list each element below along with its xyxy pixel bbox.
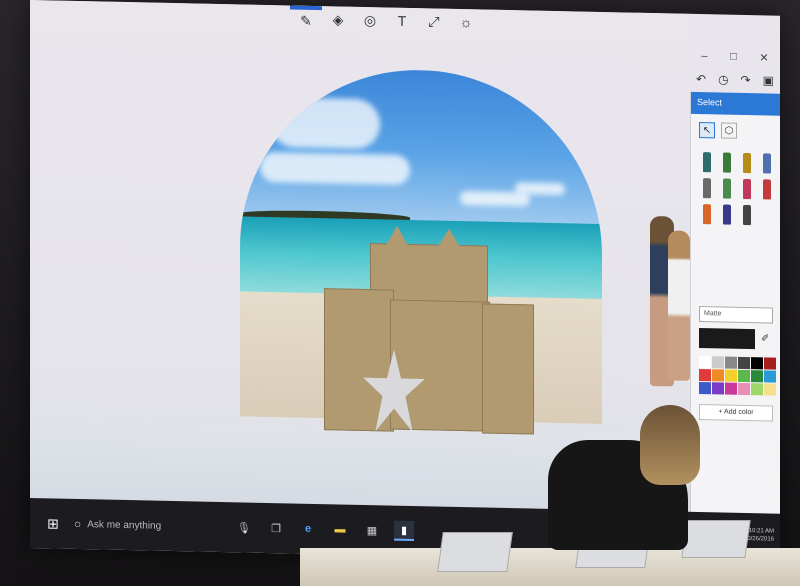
- close-icon[interactable]: ✕: [759, 51, 768, 67]
- color-swatch[interactable]: [725, 382, 737, 395]
- brush-icon[interactable]: ✎: [290, 5, 322, 33]
- windows-start-icon[interactable]: ⊞: [38, 508, 68, 539]
- redo-icon[interactable]: ↷: [741, 73, 751, 87]
- eraser-icon[interactable]: [742, 178, 751, 200]
- material-dropdown[interactable]: Matte: [699, 306, 773, 324]
- paint-3d-icon[interactable]: ▮: [394, 520, 414, 542]
- text-icon[interactable]: T: [386, 7, 418, 34]
- crayon-icon[interactable]: [762, 179, 771, 200]
- surface-device: [437, 532, 513, 572]
- brush-grid: [691, 146, 780, 232]
- sticker-icon[interactable]: ◎: [354, 7, 386, 34]
- current-color-swatch[interactable]: [699, 328, 755, 350]
- color-swatch[interactable]: [738, 369, 750, 383]
- pixel-pen-icon[interactable]: [702, 178, 711, 199]
- color-swatch[interactable]: [712, 382, 724, 395]
- color-swatch[interactable]: [699, 369, 711, 382]
- canvas[interactable]: [30, 0, 690, 512]
- microphone-icon[interactable]: 🎙: [234, 517, 254, 537]
- spray-can-icon[interactable]: [702, 204, 711, 225]
- presenter-hair: [640, 405, 700, 485]
- fill-icon[interactable]: [722, 204, 731, 225]
- color-swatch[interactable]: [738, 382, 750, 396]
- edge-icon[interactable]: e: [298, 519, 318, 539]
- eyedropper-icon[interactable]: ✐: [761, 333, 769, 344]
- effects-icon[interactable]: ☼: [450, 9, 482, 36]
- color-swatch[interactable]: [699, 356, 711, 369]
- color-swatch[interactable]: [725, 369, 737, 382]
- top-toolbar: ✎ ◈ ◎ T ⤢ ☼: [290, 5, 550, 36]
- window-controls: – □ ✕: [690, 50, 780, 68]
- oil-brush-icon[interactable]: [742, 152, 751, 174]
- color-palette: [699, 356, 776, 396]
- file-explorer-icon[interactable]: ▬: [330, 519, 350, 539]
- color-swatch[interactable]: [751, 357, 763, 370]
- side-panel: Select ↖ ⬡ Matte ✐ + Add color: [690, 91, 780, 514]
- pencil-icon[interactable]: [722, 178, 731, 199]
- maximize-icon[interactable]: □: [730, 51, 737, 67]
- cortana-icon: ○: [74, 516, 82, 532]
- calligraphy-pen-icon[interactable]: [722, 152, 731, 173]
- people-cutout[interactable]: [638, 215, 696, 387]
- color-swatch[interactable]: [712, 356, 724, 369]
- magic-select-icon[interactable]: ⬡: [721, 122, 737, 139]
- sky: [240, 66, 602, 224]
- color-swatch[interactable]: [764, 383, 776, 396]
- color-swatch[interactable]: [712, 369, 724, 382]
- marker-icon[interactable]: [702, 152, 711, 173]
- select-modes: ↖ ⬡: [691, 114, 780, 148]
- canvas-icon[interactable]: ⤢: [418, 8, 450, 35]
- history-controls: ↶ ◷ ↷ ▣: [690, 68, 780, 92]
- undo-icon[interactable]: ↶: [696, 72, 706, 86]
- history-icon[interactable]: ◷: [718, 72, 728, 86]
- add-color-button[interactable]: + Add color: [699, 404, 773, 422]
- color-swatch[interactable]: [751, 383, 763, 396]
- 3d-object-icon[interactable]: ◈: [322, 6, 354, 33]
- minimize-icon[interactable]: –: [701, 50, 707, 66]
- color-swatch[interactable]: [764, 357, 776, 370]
- color-swatch[interactable]: [751, 370, 763, 383]
- paste-icon[interactable]: ▣: [763, 73, 774, 87]
- watercolor-icon[interactable]: [762, 153, 771, 174]
- cortana-search[interactable]: ○ Ask me anything: [68, 509, 228, 542]
- clock-date: 10/26/2016: [743, 535, 774, 543]
- store-icon[interactable]: ▦: [362, 520, 382, 540]
- task-view-icon[interactable]: ❐: [266, 518, 286, 538]
- panel-title: Select: [691, 91, 780, 116]
- surface-device: [681, 520, 751, 558]
- color-swatch[interactable]: [738, 356, 750, 370]
- search-placeholder: Ask me anything: [87, 518, 162, 532]
- color-swatch[interactable]: [725, 356, 737, 369]
- color-swatch[interactable]: [699, 382, 711, 395]
- color-swatch[interactable]: [764, 370, 776, 383]
- line-icon[interactable]: [742, 204, 751, 226]
- select-icon[interactable]: ↖: [699, 122, 715, 139]
- photo-scene: ✎ ◈ ◎ T ⤢ ☼ – □ ✕ ↶ ◷ ↷ ▣ Select ↖ ⬡ Mat…: [0, 0, 800, 586]
